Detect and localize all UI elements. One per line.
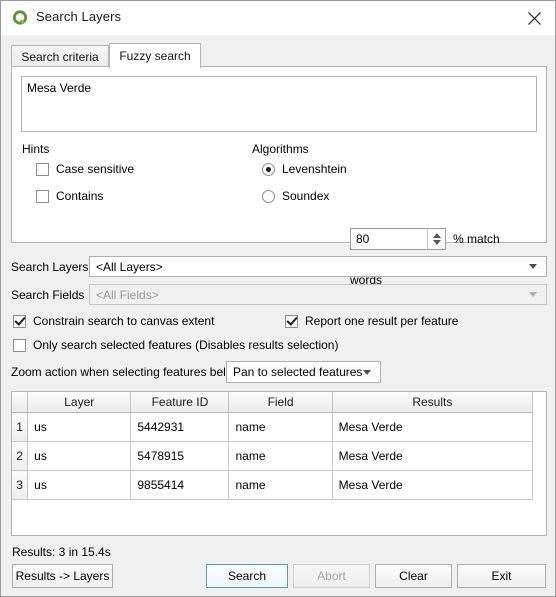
row-number: 3 (12, 470, 29, 500)
table-header-row: Layer Feature ID Field Results (12, 392, 534, 413)
tab-fuzzy-search[interactable]: Fuzzy search (109, 43, 201, 68)
percent-match-stepper[interactable] (350, 228, 446, 250)
tab-bar: Search criteria Fuzzy search (11, 43, 547, 68)
chevron-down-icon (529, 292, 537, 297)
search-button[interactable]: Search (206, 564, 288, 588)
exit-button-label: Exit (491, 569, 512, 583)
chevron-up-icon[interactable] (432, 233, 441, 238)
results-table-container[interactable]: Layer Feature ID Field Results 1 us 5442… (11, 391, 547, 536)
checkbox-contains-box (36, 189, 49, 203)
tab-fuzzy-search-label: Fuzzy search (119, 49, 191, 63)
percent-match-label: % match (453, 232, 500, 246)
checkbox-constrain-canvas-extent-box (13, 314, 26, 328)
search-query-input[interactable] (21, 76, 537, 132)
results-table: Layer Feature ID Field Results 1 us 5442… (12, 392, 534, 500)
cell-field: name (228, 412, 333, 442)
search-layers-dialog: Search Layers Search criteria Fuzzy sear… (0, 0, 556, 597)
results-to-layers-button-label: Results -> Layers (15, 569, 110, 583)
checkbox-case-sensitive[interactable]: Case sensitive (36, 162, 134, 176)
table-corner-header (12, 392, 29, 413)
radio-levenshtein-dot (262, 162, 275, 176)
cell-feature-id: 5442931 (130, 412, 230, 442)
search-layers-combo[interactable]: <All Layers> (89, 256, 547, 277)
cell-layer: us (27, 412, 132, 442)
column-header-layer[interactable]: Layer (27, 392, 132, 413)
cell-result: Mesa Verde (332, 412, 534, 442)
search-layers-label: Search Layers (11, 260, 89, 274)
cell-layer: us (27, 441, 132, 471)
cell-result: Mesa Verde (332, 441, 534, 471)
percent-match-input[interactable] (351, 229, 427, 249)
column-header-feature-id[interactable]: Feature ID (130, 392, 230, 413)
checkbox-contains[interactable]: Contains (36, 189, 103, 203)
checkbox-only-selected-features-label: Only search selected features (Disables … (33, 338, 339, 352)
zoom-action-value: Pan to selected features (233, 365, 363, 379)
cell-field: name (228, 441, 333, 471)
cell-field: name (228, 470, 333, 500)
cell-result: Mesa Verde (332, 470, 534, 500)
chevron-down-icon (363, 369, 371, 375)
abort-button-label: Abort (317, 569, 346, 583)
search-fields-combo: <All Fields> (89, 284, 547, 305)
search-fields-value: <All Fields> (96, 287, 159, 302)
status-text: Results: 3 in 15.4s (12, 545, 111, 559)
checkbox-case-sensitive-box (36, 162, 49, 176)
radio-levenshtein-label: Levenshtein (282, 162, 347, 176)
percent-match-arrows[interactable] (427, 229, 445, 249)
radio-soundex-label: Soundex (282, 189, 330, 203)
checkbox-constrain-canvas-extent-label: Constrain search to canvas extent (33, 314, 215, 328)
qgis-logo-icon (11, 9, 29, 27)
checkbox-contains-label: Contains (56, 189, 104, 203)
search-fields-label: Search Fields (11, 288, 85, 302)
cell-layer: us (27, 470, 132, 500)
radio-levenshtein[interactable]: Levenshtein (262, 162, 347, 176)
fuzzy-search-panel: Hints Case sensitive Contains Algorithms… (11, 66, 547, 287)
results-to-layers-button[interactable]: Results -> Layers (12, 564, 113, 588)
checkbox-only-selected-features[interactable]: Only search selected features (Disables … (13, 338, 338, 352)
radio-soundex[interactable]: Soundex (262, 189, 329, 203)
checkbox-report-one-result-box (285, 314, 298, 328)
table-row[interactable]: 1 us 5442931 name Mesa Verde (12, 412, 534, 442)
exit-button[interactable]: Exit (457, 564, 546, 588)
checkbox-case-sensitive-label: Case sensitive (56, 162, 135, 176)
checkbox-report-one-result[interactable]: Report one result per feature (285, 314, 458, 328)
column-header-field[interactable]: Field (228, 392, 333, 413)
tab-search-criteria-label: Search criteria (21, 49, 99, 64)
chevron-down-icon[interactable] (432, 240, 441, 245)
table-row[interactable]: 2 us 5478915 name Mesa Verde (12, 441, 534, 471)
row-number: 2 (12, 441, 29, 471)
column-header-results[interactable]: Results (332, 392, 534, 413)
checkbox-only-selected-features-box (13, 338, 26, 352)
title-bar: Search Layers (1, 1, 555, 35)
checkbox-report-one-result-label: Report one result per feature (305, 314, 459, 328)
cell-feature-id: 9855414 (130, 470, 230, 500)
checkbox-constrain-canvas-extent[interactable]: Constrain search to canvas extent (13, 314, 214, 328)
row-number: 1 (12, 412, 29, 442)
cell-feature-id: 5478915 (130, 441, 230, 471)
zoom-action-label: Zoom action when selecting features belo… (11, 365, 242, 379)
clear-button-label: Clear (399, 569, 428, 583)
hints-group-label: Hints (22, 142, 50, 156)
algorithms-group-label: Algorithms (252, 142, 309, 156)
radio-soundex-dot (262, 189, 275, 203)
table-row[interactable]: 3 us 9855414 name Mesa Verde (12, 470, 534, 500)
window-title: Search Layers (36, 9, 122, 24)
chevron-down-icon (529, 264, 537, 269)
zoom-action-combo[interactable]: Pan to selected features (226, 361, 381, 383)
close-icon[interactable] (511, 1, 555, 35)
search-button-label: Search (227, 569, 267, 583)
search-layers-value: <All Layers> (96, 259, 163, 274)
clear-button[interactable]: Clear (375, 564, 452, 588)
abort-button: Abort (293, 564, 370, 588)
tab-search-criteria[interactable]: Search criteria (11, 45, 109, 67)
